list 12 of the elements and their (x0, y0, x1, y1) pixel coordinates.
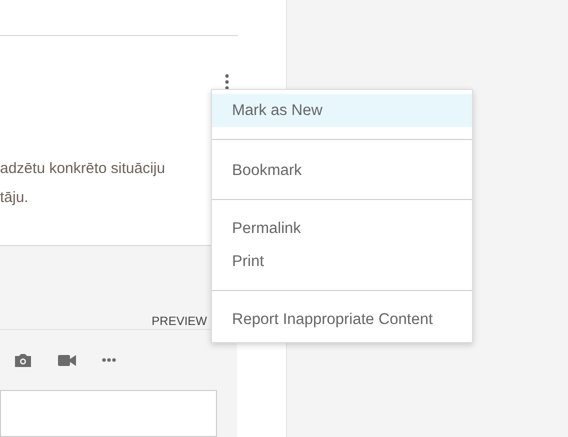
menu-item[interactable]: Print (212, 245, 472, 278)
more-icon[interactable] (102, 358, 116, 362)
menu-item[interactable]: Mark as New (212, 94, 472, 127)
reply-input-field[interactable] (0, 390, 217, 437)
kebab-menu-icon[interactable] (225, 74, 229, 90)
video-camera-icon[interactable] (58, 354, 76, 366)
post-text: tāju. (0, 188, 30, 208)
preview-tab[interactable]: PREVIEW (152, 314, 207, 329)
menu-item[interactable]: Report Inappropriate Content (212, 303, 472, 336)
menu-item[interactable]: Permalink (212, 212, 472, 245)
menu-item[interactable]: Bookmark (212, 154, 472, 187)
camera-icon[interactable] (14, 352, 32, 368)
